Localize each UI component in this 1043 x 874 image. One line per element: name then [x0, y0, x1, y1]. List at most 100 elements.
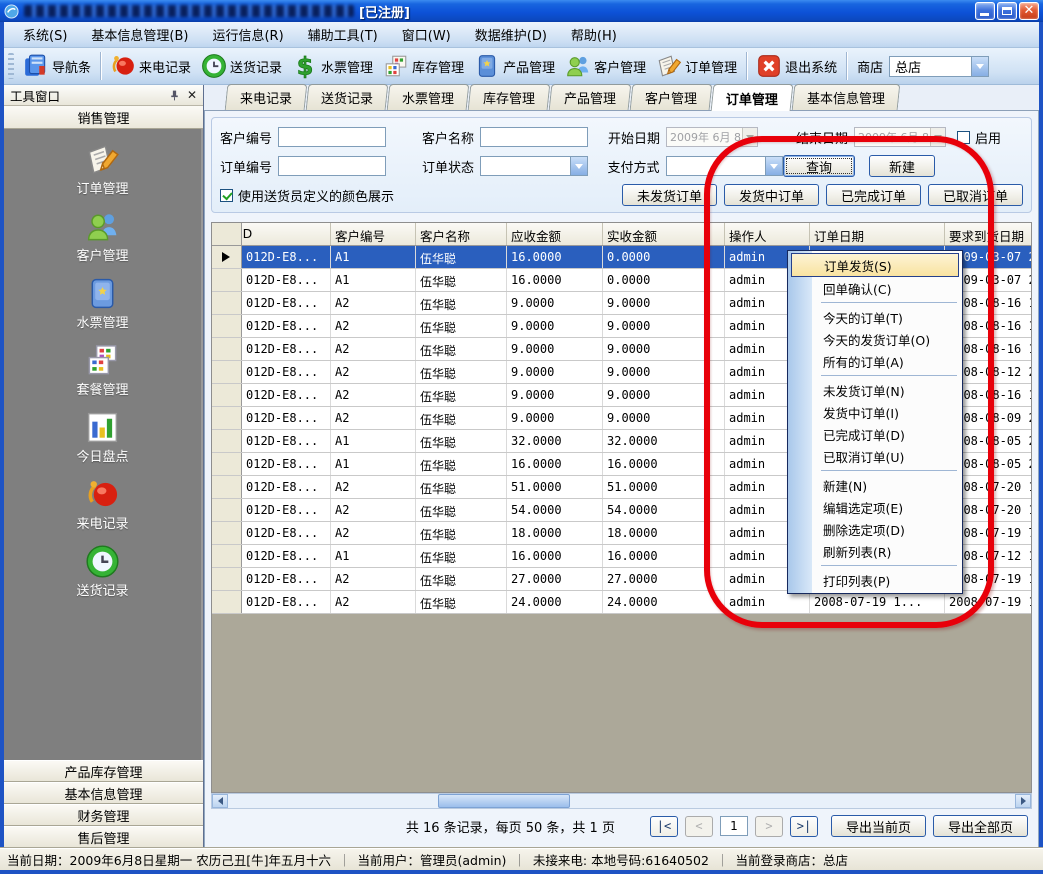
exit-button[interactable]: 退出系统	[751, 51, 842, 81]
context-menu-item[interactable]: 已取消订单(U)	[790, 445, 960, 467]
store-select[interactable]: 总店	[889, 56, 989, 77]
prev-page-button[interactable]: <	[685, 816, 713, 837]
context-menu-item[interactable]	[790, 562, 960, 569]
column-header-customer-name[interactable]: 客户名称	[416, 223, 507, 245]
sidebar-group-product-inventory[interactable]: 产品库存管理	[4, 760, 203, 782]
tab[interactable]: 来电记录	[225, 84, 308, 110]
last-page-button[interactable]: >|	[790, 816, 818, 837]
tab[interactable]: 订单管理	[711, 84, 794, 111]
cancelled-orders-button[interactable]: 已取消订单	[928, 184, 1023, 206]
pin-icon[interactable]	[168, 89, 181, 102]
nav-bar-button[interactable]: 导航条	[18, 51, 96, 81]
context-menu-item[interactable]: 新建(N)	[790, 474, 960, 496]
context-menu-item[interactable]: 今天的订单(T)	[790, 306, 960, 328]
query-button[interactable]: 查询	[783, 155, 855, 177]
context-menu-item[interactable]	[790, 299, 960, 306]
tab[interactable]: 产品管理	[549, 84, 632, 110]
tab[interactable]: 送货记录	[306, 84, 389, 110]
context-menu-item[interactable]: 订单发货(S)	[791, 253, 959, 277]
menu-data-maintenance[interactable]: 数据维护(D)	[464, 22, 558, 47]
context-menu-item[interactable]: 回单确认(C)	[790, 277, 960, 299]
customer-button[interactable]: 客户管理	[560, 51, 651, 81]
enable-checkbox[interactable]	[957, 131, 970, 144]
call-records-button[interactable]: 来电记录	[105, 51, 196, 81]
scrollbar-track[interactable]	[228, 794, 1015, 808]
inventory-button[interactable]: 库存管理	[378, 51, 469, 81]
sidebar-section-sales[interactable]: 销售管理	[4, 106, 203, 129]
completed-orders-button[interactable]: 已完成订单	[826, 184, 921, 206]
store-dropdown-button[interactable]	[971, 57, 988, 76]
export-all-pages-button[interactable]: 导出全部页	[933, 815, 1028, 837]
column-header-order-date[interactable]: 订单日期	[810, 223, 945, 245]
context-menu-item[interactable]: 今天的发货订单(O)	[790, 328, 960, 350]
sidebar-item-call-records[interactable]: 来电记录	[4, 477, 201, 532]
context-menu-item[interactable]	[790, 467, 960, 474]
context-menu-item[interactable]: 刷新列表(R)	[790, 540, 960, 562]
customer-no-input[interactable]	[278, 127, 386, 147]
water-ticket-button[interactable]: $ 水票管理	[287, 51, 378, 81]
tab[interactable]: 基本信息管理	[792, 84, 901, 110]
context-menu-item[interactable]: 所有的订单(A)	[790, 350, 960, 372]
cell-receivable: 9.0000	[507, 384, 603, 406]
column-header-received[interactable]: 实收金额	[603, 223, 725, 245]
end-date-picker[interactable]: 2009年 6月 8日	[854, 127, 946, 147]
column-header-operator[interactable]: 操作人	[725, 223, 810, 245]
product-button[interactable]: 产品管理	[469, 51, 560, 81]
minimize-button[interactable]	[975, 2, 995, 20]
menu-help[interactable]: 帮助(H)	[560, 22, 628, 47]
order-button[interactable]: 订单管理	[651, 51, 742, 81]
sidebar-item-delivery-records[interactable]: 送货记录	[4, 544, 201, 599]
delivery-records-button[interactable]: 送货记录	[196, 51, 287, 81]
table-row[interactable]: 012D-E8... A2 伍华聪 24.0000 24.0000 admin …	[212, 591, 1031, 614]
menu-run-info[interactable]: 运行信息(R)	[201, 22, 294, 47]
close-button[interactable]: ✕	[1019, 2, 1039, 20]
column-header-customer-no[interactable]: 客户编号	[331, 223, 416, 245]
next-page-button[interactable]: >	[755, 816, 783, 837]
page-number-input[interactable]	[720, 816, 748, 836]
sidebar-group-basic-info[interactable]: 基本信息管理	[4, 782, 203, 804]
menu-basic-info[interactable]: 基本信息管理(B)	[80, 22, 199, 47]
context-menu-item[interactable]: 发货中订单(I)	[790, 401, 960, 423]
horizontal-scrollbar[interactable]	[211, 793, 1032, 809]
first-page-button[interactable]: |<	[650, 816, 678, 837]
order-no-input[interactable]	[278, 156, 386, 176]
pay-method-dropdown[interactable]	[765, 157, 782, 175]
sidebar-item-package-mgmt[interactable]: 套餐管理	[4, 343, 201, 398]
context-menu-item[interactable]: 删除选定项(D)	[790, 518, 960, 540]
menu-aux-tools[interactable]: 辅助工具(T)	[297, 22, 389, 47]
scroll-left-arrow-icon[interactable]	[212, 794, 228, 808]
context-menu-item[interactable]	[790, 372, 960, 379]
sidebar-item-water-ticket-mgmt[interactable]: 水票管理	[4, 276, 201, 331]
menu-system[interactable]: 系统(S)	[12, 22, 78, 47]
start-date-picker[interactable]: 2009年 6月 8日	[666, 127, 758, 147]
sidebar-item-customer-mgmt[interactable]: 客户管理	[4, 209, 201, 264]
column-header-id[interactable]: ID	[242, 223, 331, 245]
delivery-color-checkbox[interactable]	[220, 189, 233, 202]
maximize-button[interactable]	[997, 2, 1017, 20]
unshipped-orders-button[interactable]: 未发货订单	[622, 184, 717, 206]
sidebar-item-daily-check[interactable]: 今日盘点	[4, 410, 201, 465]
context-menu-item[interactable]: 编辑选定项(E)	[790, 496, 960, 518]
customer-name-input[interactable]	[480, 127, 588, 147]
tab[interactable]: 客户管理	[630, 84, 713, 110]
new-button[interactable]: 新建	[869, 155, 935, 177]
sidebar-group-after-sales[interactable]: 售后管理	[4, 826, 203, 848]
scrollbar-thumb[interactable]	[438, 794, 570, 808]
context-menu-item[interactable]: 已完成订单(D)	[790, 423, 960, 445]
context-menu-item[interactable]: 打印列表(P)	[790, 569, 960, 591]
menu-window[interactable]: 窗口(W)	[391, 22, 462, 47]
order-status-dropdown[interactable]	[570, 157, 587, 175]
scroll-right-arrow-icon[interactable]	[1015, 794, 1031, 808]
column-header-delivery-date[interactable]: 要求到货日期	[945, 223, 1031, 245]
export-current-page-button[interactable]: 导出当前页	[831, 815, 926, 837]
pay-method-select[interactable]	[666, 156, 783, 176]
sidebar-item-order-mgmt[interactable]: 订单管理	[4, 142, 201, 197]
tab[interactable]: 水票管理	[387, 84, 470, 110]
context-menu-item[interactable]: 未发货订单(N)	[790, 379, 960, 401]
shipping-orders-button[interactable]: 发货中订单	[724, 184, 819, 206]
order-status-select[interactable]	[480, 156, 588, 176]
tab[interactable]: 库存管理	[468, 84, 551, 110]
column-header-receivable[interactable]: 应收金额	[507, 223, 603, 245]
sidebar-group-finance[interactable]: 财务管理	[4, 804, 203, 826]
tool-window-close-icon[interactable]: ✕	[187, 89, 197, 102]
